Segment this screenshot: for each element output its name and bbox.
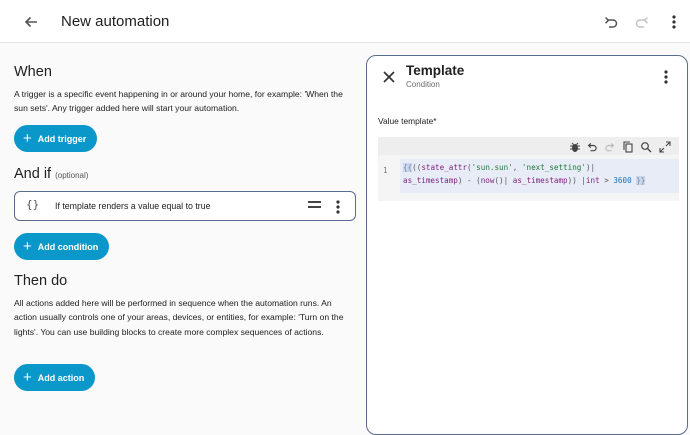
back-button[interactable] bbox=[20, 11, 42, 33]
editor-redo-button[interactable] bbox=[604, 140, 616, 152]
arrow-left-icon bbox=[24, 16, 37, 28]
undo-icon bbox=[604, 16, 618, 28]
more-vertical-icon bbox=[336, 200, 340, 214]
more-vertical-icon bbox=[664, 70, 668, 84]
code-editor[interactable]: 1 {{((state_attr('sun.sun', 'next_settin… bbox=[378, 155, 679, 201]
drag-handle-icon[interactable] bbox=[308, 201, 321, 211]
add-trigger-button[interactable]: + Add trigger bbox=[14, 125, 98, 152]
optional-label: (optional) bbox=[55, 171, 89, 180]
add-action-label: Add action bbox=[37, 372, 85, 383]
editor-undo-button[interactable] bbox=[586, 140, 598, 152]
redo-button[interactable] bbox=[632, 12, 652, 32]
code-line-2: as_timestamp) - (now()| as_timestamp)) |… bbox=[403, 176, 646, 185]
then-do-heading: Then do bbox=[14, 273, 68, 289]
fullscreen-button[interactable] bbox=[659, 140, 671, 153]
page-title: New automation bbox=[61, 13, 170, 30]
template-code[interactable]: {{((state_attr('sun.sun', 'next_setting'… bbox=[403, 155, 679, 201]
then-do-description: All actions added here will be performed… bbox=[14, 298, 344, 337]
and-if-label: And if bbox=[14, 166, 52, 182]
redo-icon bbox=[605, 142, 615, 152]
value-template-label: Value template* bbox=[378, 116, 437, 126]
undo-icon bbox=[587, 142, 597, 152]
automation-editor: When A trigger is a specific event happe… bbox=[0, 43, 360, 419]
search-button[interactable] bbox=[640, 140, 652, 153]
condition-text: If template renders a value equal to tru… bbox=[55, 201, 211, 211]
panel-menu-button[interactable] bbox=[663, 69, 673, 85]
add-condition-button[interactable]: + Add condition bbox=[14, 233, 110, 260]
expand-icon bbox=[659, 141, 671, 153]
redo-icon bbox=[635, 16, 649, 28]
add-trigger-label: Add trigger bbox=[37, 133, 87, 144]
panel-title: Template bbox=[406, 63, 465, 78]
template-braces-icon: {} bbox=[26, 198, 40, 211]
undo-button[interactable] bbox=[601, 12, 621, 32]
more-vertical-icon bbox=[672, 15, 676, 29]
plus-icon: + bbox=[23, 238, 32, 255]
overflow-menu-button[interactable] bbox=[664, 12, 684, 32]
top-app-bar: New automation bbox=[0, 0, 690, 43]
add-condition-label: Add condition bbox=[37, 241, 99, 252]
debug-button[interactable] bbox=[569, 140, 581, 152]
line-number: 1 bbox=[383, 166, 388, 175]
close-panel-button[interactable] bbox=[381, 69, 397, 85]
add-action-button[interactable]: + Add action bbox=[14, 364, 96, 391]
editor-toolbar bbox=[378, 137, 679, 155]
copy-button[interactable] bbox=[622, 140, 634, 153]
when-description: A trigger is a specific event happening … bbox=[14, 89, 343, 114]
plus-icon: + bbox=[23, 130, 32, 147]
search-icon bbox=[641, 142, 652, 153]
copy-icon bbox=[623, 141, 633, 153]
editor-gutter: 1 bbox=[378, 155, 400, 201]
condition-card[interactable]: {} If template renders a value equal to … bbox=[14, 191, 356, 221]
close-icon bbox=[383, 71, 395, 83]
condition-menu-button[interactable] bbox=[335, 199, 345, 215]
code-line-1: {{((state_attr('sun.sun', 'next_setting'… bbox=[403, 163, 596, 172]
template-condition-panel: Template Condition Value template* 1 {{(… bbox=[366, 55, 688, 435]
when-heading: When bbox=[14, 64, 52, 80]
bug-icon bbox=[570, 142, 580, 152]
plus-icon: + bbox=[23, 369, 32, 386]
panel-subtitle: Condition bbox=[406, 80, 440, 89]
and-if-heading: And if (optional) bbox=[14, 166, 88, 182]
